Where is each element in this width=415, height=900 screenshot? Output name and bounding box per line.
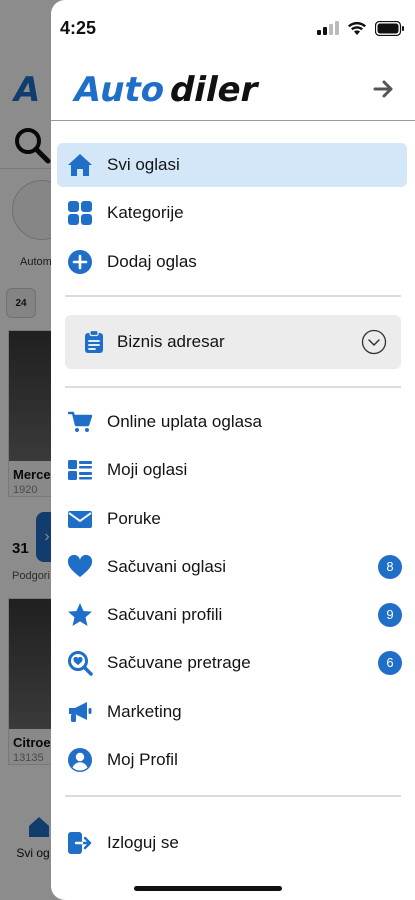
menu-item-online-uplata[interactable]: Online uplata oglasa <box>57 400 407 444</box>
home-indicator <box>134 886 282 891</box>
menu-item-label: Svi oglasi <box>107 155 180 174</box>
plus-circle-icon <box>65 247 95 277</box>
biznis-adresar-dropdown[interactable]: Biznis adresar <box>65 315 401 369</box>
chevron-down-icon[interactable] <box>361 329 387 355</box>
close-drawer-arrow-icon[interactable] <box>373 78 395 100</box>
svg-text:diler: diler <box>166 70 262 108</box>
menu-item-kategorije[interactable]: Kategorije <box>57 191 407 235</box>
divider <box>65 386 401 388</box>
menu-item-dodaj-oglas[interactable]: Dodaj oglas <box>57 240 407 284</box>
heart-icon <box>65 552 95 582</box>
battery-icon <box>375 20 404 36</box>
menu-item-label: Izloguj se <box>107 833 179 852</box>
megaphone-icon <box>65 697 95 727</box>
count-badge: 9 <box>378 603 402 627</box>
menu-item-sacuvani-oglasi[interactable]: Sačuvani oglasi 8 <box>57 545 407 589</box>
menu-item-label: Sačuvani oglasi <box>107 557 227 576</box>
cellular-signal-icon <box>317 21 339 35</box>
wifi-icon <box>348 21 366 35</box>
system-icons <box>317 18 405 38</box>
menu-item-poruke[interactable]: Poruke <box>57 497 407 541</box>
menu-item-label: Marketing <box>107 702 182 721</box>
status-bar: 4:25 <box>51 0 415 50</box>
count-badge: 6 <box>378 651 402 675</box>
list-icon <box>65 455 95 485</box>
cart-icon <box>65 407 95 437</box>
menu-item-moji-oglasi[interactable]: Moji oglasi <box>57 448 407 492</box>
menu-item-label: Moji oglasi <box>107 460 188 479</box>
menu-item-label: Online uplata oglasa <box>107 412 263 431</box>
clipboard-icon <box>81 329 107 355</box>
header-divider <box>51 120 415 121</box>
logout-icon <box>65 828 95 858</box>
menu-item-moj-profil[interactable]: Moj Profil <box>57 738 407 782</box>
navigation-drawer: 4:25 Auto diler Svi oglasi Kategorije Do… <box>51 0 415 900</box>
divider <box>65 795 401 797</box>
menu-item-label: Sačuvani profili <box>107 605 223 624</box>
menu-item-svi-oglasi[interactable]: Svi oglasi <box>57 143 407 187</box>
menu-item-sacuvane-pretrage[interactable]: Sačuvane pretrage 6 <box>57 641 407 685</box>
biznis-adresar-label: Biznis adresar <box>117 332 225 351</box>
autodiler-logo: Auto diler <box>67 68 267 110</box>
menu-item-label: Kategorije <box>107 203 184 222</box>
grid-icon <box>65 198 95 228</box>
menu-item-label: Poruke <box>107 509 161 528</box>
menu-item-sacuvani-profili[interactable]: Sačuvani profili 9 <box>57 593 407 637</box>
count-badge: 8 <box>378 555 402 579</box>
menu-item-marketing[interactable]: Marketing <box>57 690 407 734</box>
divider <box>65 295 401 297</box>
svg-text:Auto: Auto <box>70 70 169 108</box>
menu-item-label: Moj Profil <box>107 750 178 769</box>
menu-item-izloguj-se[interactable]: Izloguj se <box>57 821 407 865</box>
menu-item-label: Dodaj oglas <box>107 252 197 271</box>
search-heart-icon <box>65 648 95 678</box>
home-icon <box>65 150 95 180</box>
status-time: 4:25 <box>60 18 97 38</box>
user-circle-icon <box>65 745 95 775</box>
star-icon <box>65 600 95 630</box>
menu-item-label: Sačuvane pretrage <box>107 653 251 672</box>
envelope-icon <box>65 504 95 534</box>
